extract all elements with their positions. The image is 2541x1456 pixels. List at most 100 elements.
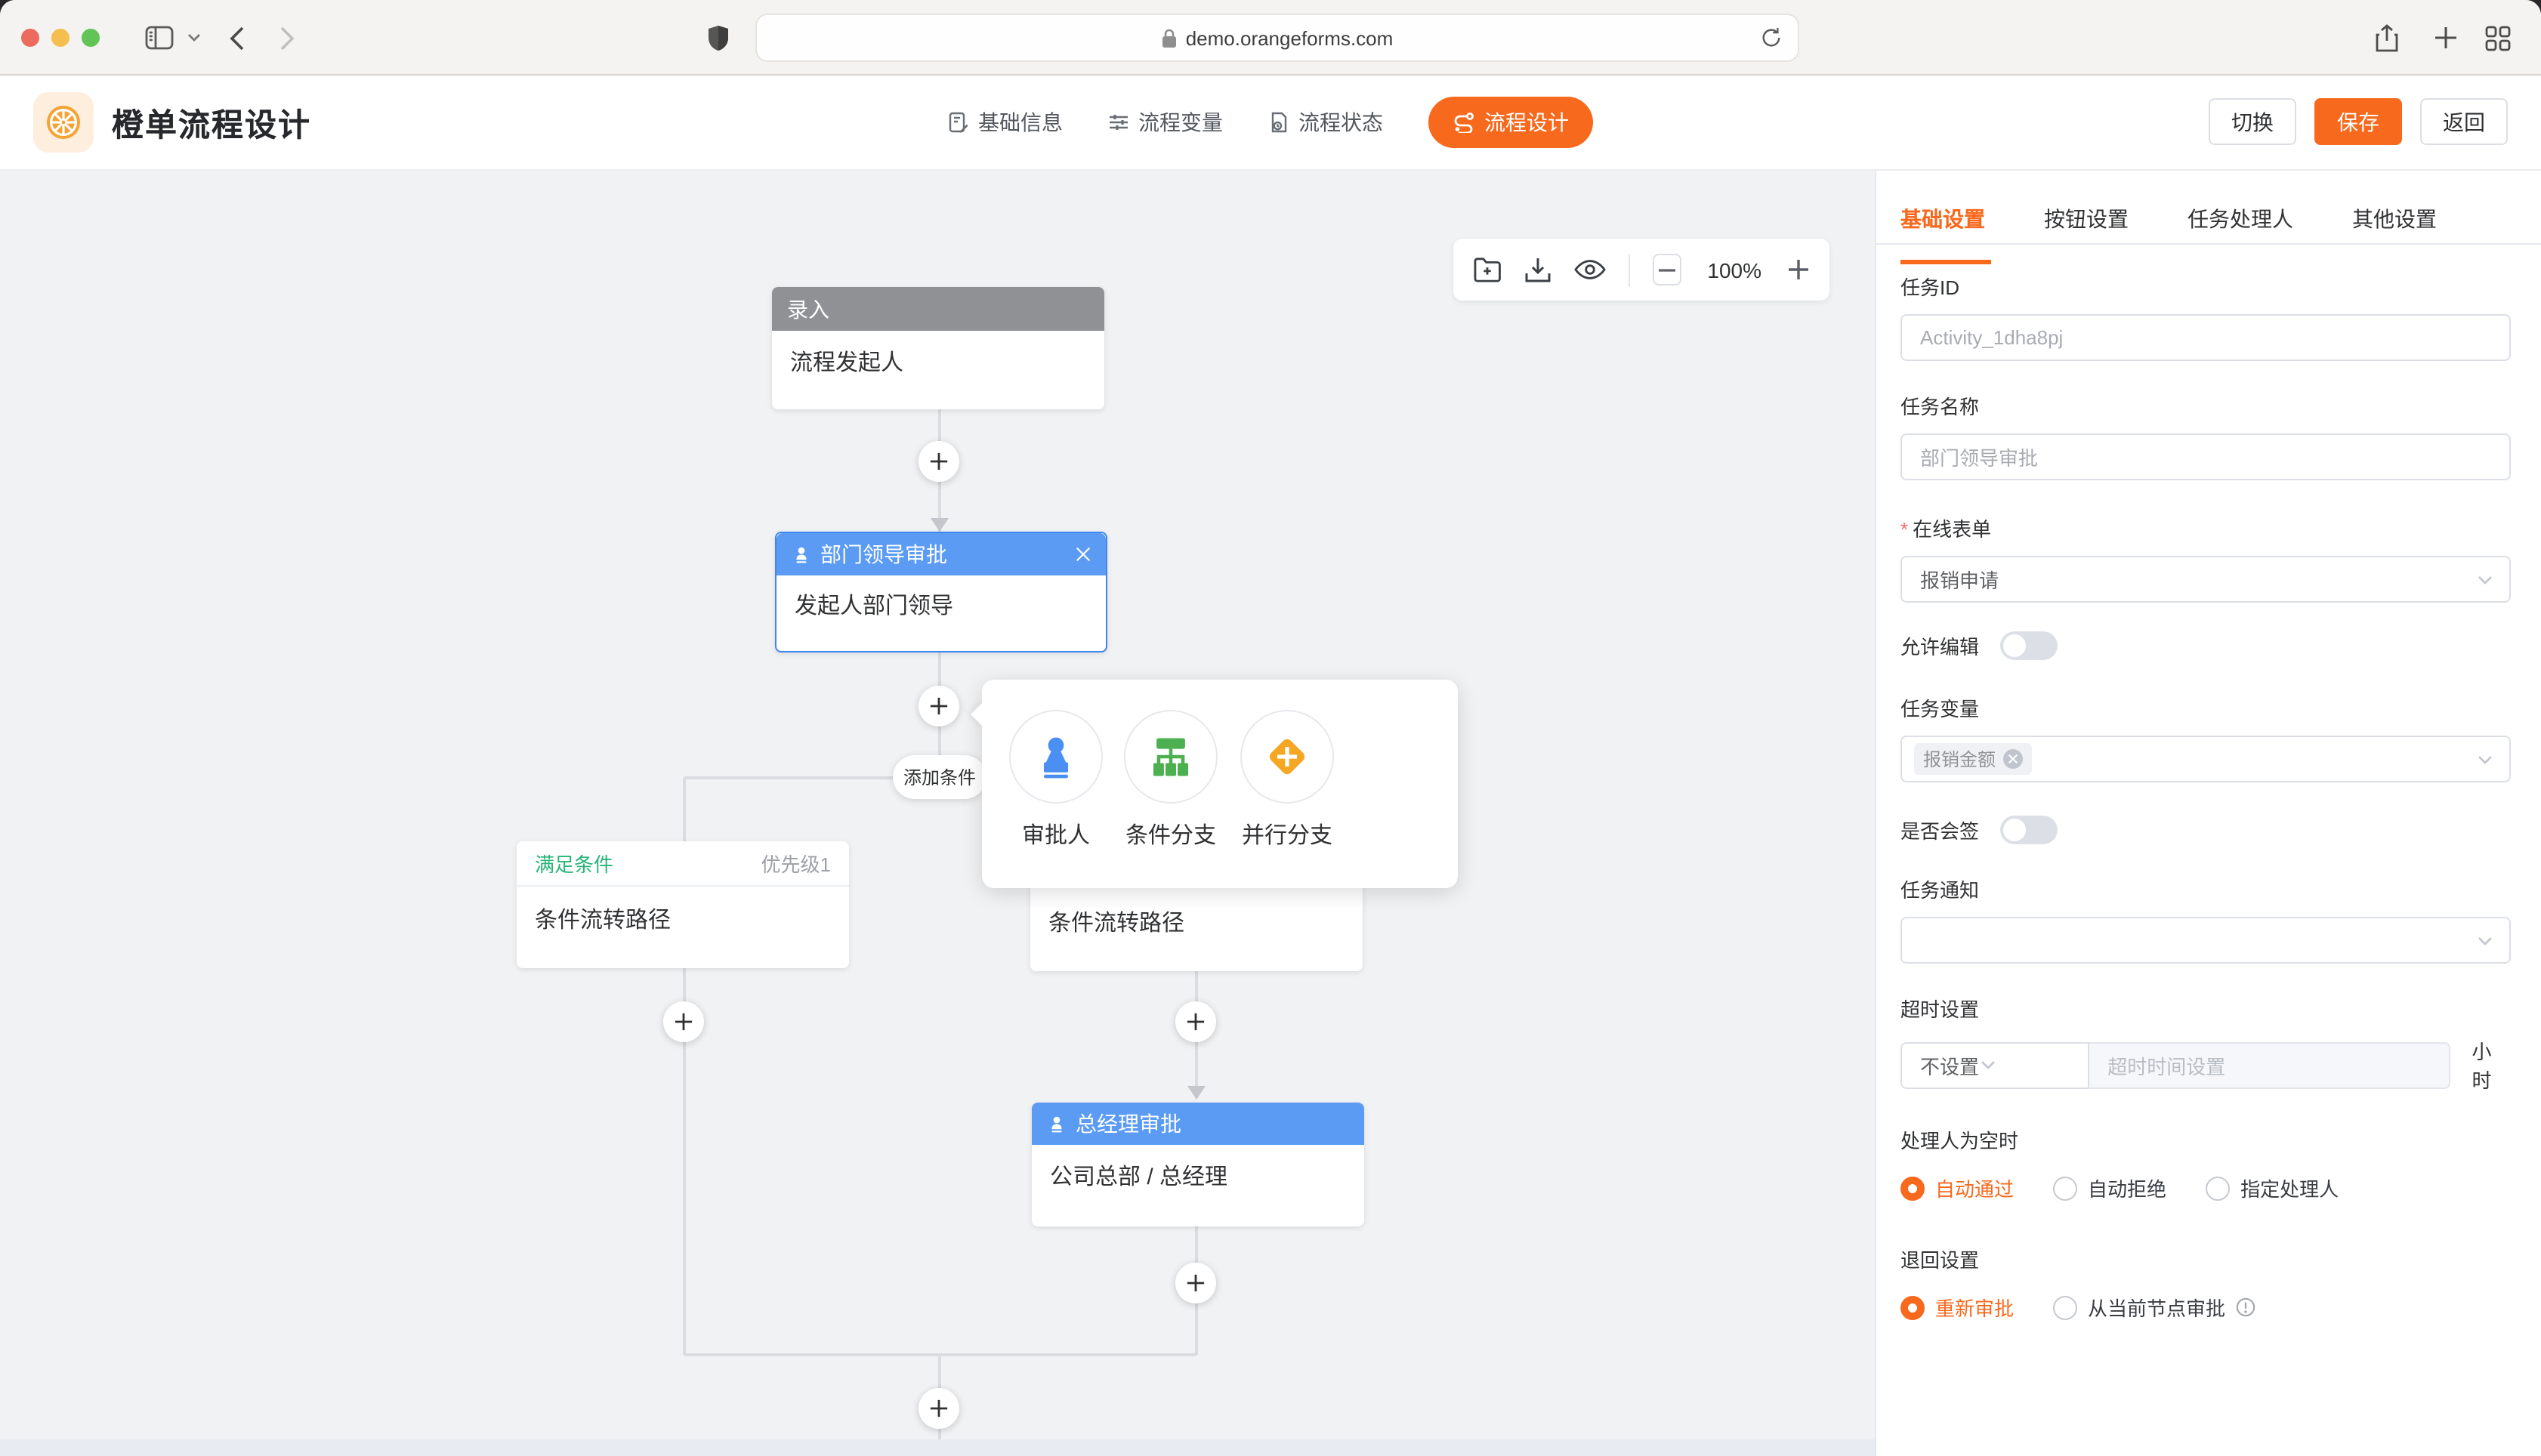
zoom-level: 100% [1707, 258, 1761, 282]
sidebar-toggle-icon[interactable] [145, 0, 174, 76]
task-variable-label: 任务变量 [1900, 693, 2511, 722]
node-dept-body: 发起人部门领导 [777, 575, 1106, 643]
sidebar-chevron-icon[interactable] [187, 0, 201, 76]
node-gm-title: 总经理审批 [1076, 1109, 1181, 1139]
zoom-out-button[interactable] [1653, 254, 1682, 285]
add-node-button[interactable] [919, 441, 959, 482]
user-icon [792, 544, 811, 564]
node-gm-body: 公司总部 / 总经理 [1032, 1145, 1364, 1216]
tab-task-assignee[interactable]: 任务处理人 [2187, 204, 2293, 243]
node-dept-title: 部门领导审批 [820, 539, 947, 569]
online-form-select[interactable]: 报销申请 [1900, 556, 2511, 603]
sliders-icon [1108, 112, 1129, 133]
tab-button-settings[interactable]: 按钮设置 [2044, 204, 2129, 243]
chevron-down-icon [2476, 751, 2494, 769]
task-id-label: 任务ID [1900, 272, 2511, 301]
add-node-button[interactable] [919, 686, 959, 726]
empty-handler-radios: 自动通过 自动拒绝 指定处理人 [1900, 1174, 2511, 1202]
radio-assign-handler[interactable]: 指定处理人 [2206, 1174, 2339, 1202]
doc-status-icon [1268, 112, 1289, 133]
minimize-window-button[interactable] [51, 29, 69, 47]
back-button[interactable] [230, 0, 245, 76]
preview-eye-icon[interactable] [1574, 258, 1606, 281]
tab-process-variables[interactable]: 流程变量 [1108, 97, 1223, 148]
close-icon[interactable] [1076, 547, 1091, 562]
timeout-mode-select[interactable]: 不设置 [1900, 1041, 2089, 1088]
node-dept-approval[interactable]: 部门领导审批 发起人部门领导 [775, 532, 1107, 652]
chevron-down-icon [2476, 932, 2494, 950]
add-node-button[interactable] [663, 1001, 704, 1042]
popup-item-condition-branch[interactable]: 条件分支 [1124, 710, 1218, 850]
empty-handler-label: 处理人为空时 [1900, 1125, 2511, 1154]
allow-edit-label: 允许编辑 [1900, 631, 1979, 660]
info-icon [2236, 1297, 2255, 1317]
canvas-toolbar: 100% [1453, 239, 1829, 301]
user-icon [1047, 1114, 1067, 1134]
online-form-label: *在线表单 [1900, 514, 2511, 542]
node-condition-left[interactable]: 满足条件 优先级1 条件流转路径 [517, 841, 849, 968]
approver-stamp-icon [1030, 731, 1082, 782]
back-button-header[interactable]: 返回 [2420, 98, 2508, 145]
url-text: demo.orangeforms.com [1186, 26, 1394, 49]
node-type-popup: 审批人 条件分支 并行分支 [982, 680, 1458, 888]
tab-process-design[interactable]: 流程设计 [1428, 97, 1593, 148]
download-icon[interactable] [1524, 256, 1551, 283]
panel-tabs: 基础设置 按钮设置 任务处理人 其他设置 [1876, 169, 2541, 245]
form-icon [948, 112, 969, 133]
canvas-bottom-strip [0, 1439, 1875, 1456]
chevron-down-icon [2476, 571, 2494, 589]
close-window-button[interactable] [21, 29, 39, 47]
node-start-body: 流程发起人 [772, 331, 1104, 400]
tab-other-settings[interactable]: 其他设置 [2352, 204, 2437, 243]
save-button[interactable]: 保存 [2314, 98, 2402, 145]
tag-close-icon[interactable] [2003, 749, 2023, 769]
popup-item-parallel-branch[interactable]: 并行分支 [1240, 710, 1334, 850]
timeout-unit: 小时 [2472, 1036, 2511, 1094]
address-bar[interactable]: demo.orangeforms.com [755, 14, 1799, 62]
tab-basic-settings[interactable]: 基础设置 [1900, 204, 1985, 243]
task-name-input[interactable]: 部门领导审批 [1900, 433, 2511, 480]
radio-auto-pass[interactable]: 自动通过 [1900, 1174, 2014, 1202]
tab-process-status[interactable]: 流程状态 [1268, 97, 1383, 148]
new-file-icon[interactable] [1473, 257, 1502, 282]
traffic-lights [21, 29, 100, 47]
node-start-title: 录入 [787, 294, 829, 324]
allow-edit-toggle[interactable] [2000, 631, 2058, 660]
task-notify-select[interactable] [1900, 917, 2511, 964]
parallel-branch-icon [1260, 730, 1314, 784]
privacy-shield-icon[interactable] [707, 0, 730, 76]
lock-icon [1162, 28, 1177, 48]
add-node-button[interactable] [919, 1388, 959, 1429]
countersign-toggle[interactable] [2000, 816, 2058, 844]
forward-button[interactable] [279, 0, 295, 76]
tab-overview-icon[interactable] [2485, 0, 2511, 76]
tab-basic-info[interactable]: 基础信息 [948, 97, 1063, 148]
flow-icon [1453, 112, 1475, 133]
task-variable-select[interactable]: 报销金额 [1900, 736, 2511, 782]
node-gm-approval[interactable]: 总经理审批 公司总部 / 总经理 [1032, 1103, 1364, 1226]
settings-panel: 基础设置 按钮设置 任务处理人 其他设置 任务ID Activity_1dha8… [1875, 169, 2541, 1456]
new-tab-icon[interactable] [2434, 0, 2458, 76]
app-header: 橙单流程设计 基础信息 流程变量 流程状态 流程设计 切换 保存 返回 [0, 76, 2541, 169]
popup-item-approver[interactable]: 审批人 [1009, 710, 1103, 850]
radio-from-current-node[interactable]: 从当前节点审批 [2053, 1293, 2255, 1322]
zoom-in-button[interactable] [1787, 258, 1810, 281]
radio-auto-reject[interactable]: 自动拒绝 [2053, 1174, 2166, 1202]
chevron-down-icon [1979, 1056, 1997, 1074]
switch-button[interactable]: 切换 [2209, 98, 2296, 145]
add-node-button[interactable] [1175, 1263, 1216, 1303]
zoom-window-button[interactable] [82, 29, 100, 47]
add-node-button[interactable] [1175, 1001, 1216, 1042]
refresh-icon[interactable] [1760, 26, 1783, 50]
flow-canvas[interactable]: 100% 录入 流程发起人 [0, 169, 1875, 1456]
flow-arrow [1187, 1086, 1206, 1100]
task-id-input[interactable]: Activity_1dha8pj [1900, 314, 2511, 361]
share-icon[interactable] [2375, 0, 2399, 76]
timeout-value-input[interactable]: 超时时间设置 [2089, 1041, 2450, 1088]
node-start[interactable]: 录入 流程发起人 [772, 287, 1104, 409]
radio-re-approve[interactable]: 重新审批 [1900, 1293, 2014, 1322]
condition-body: 条件流转路径 [1030, 890, 1363, 962]
popup-tail [971, 702, 996, 727]
add-condition-tooltip[interactable]: 添加条件 [893, 755, 986, 799]
task-name-label: 任务名称 [1900, 391, 2511, 420]
